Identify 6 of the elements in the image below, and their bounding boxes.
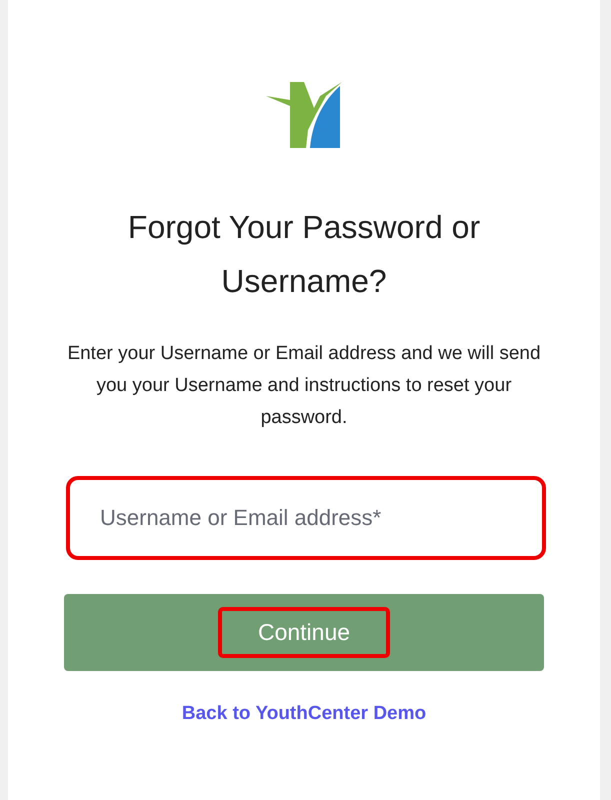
username-field[interactable]: Username or Email address*	[66, 476, 546, 560]
logo-icon	[266, 82, 342, 148]
continue-button[interactable]: Continue	[64, 594, 544, 671]
page-title: Forgot Your Password or Username?	[126, 208, 482, 301]
back-link[interactable]: Back to YouthCenter Demo	[182, 703, 426, 725]
instructions-text: Enter your Username or Email address and we will send you your Username and instructions to reset your password.	[66, 342, 542, 430]
